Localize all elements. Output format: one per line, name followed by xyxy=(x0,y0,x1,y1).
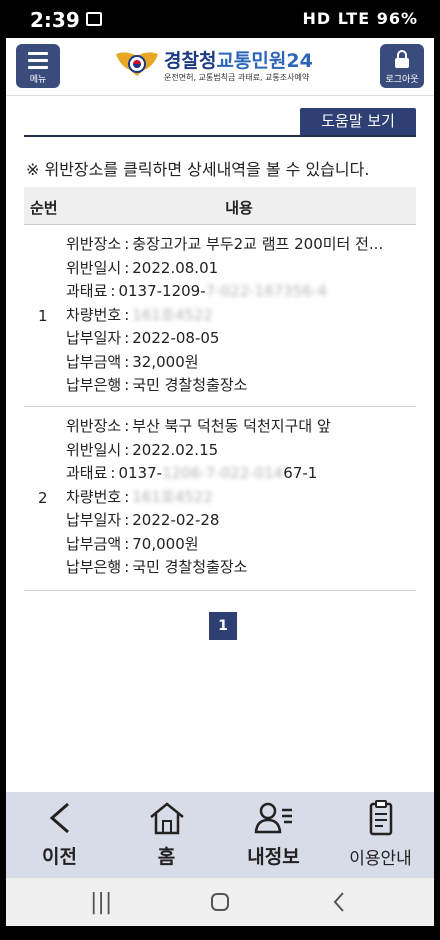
hamburger-icon xyxy=(28,52,48,73)
phone-frame: 2:39 HD LTE 96% 메뉴 경찰청교통민원24 운전면허, 교통범칙금… xyxy=(0,0,440,940)
table-row: 1 위반장소: 충장고가교 부두2교 램프 200미터 전... 위반일시:202… xyxy=(24,225,416,407)
back-arrow-icon xyxy=(49,802,69,834)
redacted-text: 7-022-167356-4 xyxy=(205,282,327,300)
nav-my-info[interactable]: 내정보 xyxy=(220,792,327,878)
redacted-text: 1206-7-022-014 xyxy=(162,464,284,482)
help-bar: 도움말 보기 xyxy=(24,108,416,137)
fine-number: 과태료:0137-1206-7-022-01467-1 xyxy=(66,464,318,482)
status-bar: 2:39 HD LTE 96% xyxy=(0,0,440,38)
status-indicators: HD LTE 96% xyxy=(302,9,418,28)
menu-button[interactable]: 메뉴 xyxy=(16,44,60,88)
violation-place[interactable]: 위반장소: 충장고가교 부두2교 램프 200미터 전... xyxy=(66,233,383,257)
app-title: 경찰청교통민원24 xyxy=(164,50,313,72)
gallery-icon xyxy=(86,12,102,26)
violation-place[interactable]: 위반장소: 부산 북구 덕천동 덕천지구대 앞 xyxy=(66,415,331,439)
home-circle-icon[interactable] xyxy=(210,892,230,912)
system-nav-bar: ||| xyxy=(6,878,434,926)
redacted-text: 161호4522 xyxy=(132,487,213,506)
nav-back-label: 이전 xyxy=(42,846,77,868)
vehicle-number: 차량번호:161호4522 xyxy=(66,487,213,506)
app-subtitle: 운전면허, 교통범칙금 과태료, 교통조사예약 xyxy=(164,73,310,82)
header-divider xyxy=(6,95,434,96)
app-header: 메뉴 경찰청교통민원24 운전면허, 교통범칙금 과태료, 교통조사예약 로그아… xyxy=(6,38,434,95)
payment-amount: 납부금액:70,000원 xyxy=(66,534,199,553)
nav-home-label: 홈 xyxy=(157,846,176,868)
nav-my-info-label: 내정보 xyxy=(247,846,300,868)
lock-icon xyxy=(395,50,409,68)
table-row: 2 위반장소: 부산 북구 덕천동 덕천지구대 앞 위반일시:2022.02.15… xyxy=(24,407,416,591)
nav-guide[interactable]: 이용안내 xyxy=(327,792,434,878)
logout-label: 로그아웃 xyxy=(385,75,419,85)
recent-apps-icon[interactable]: ||| xyxy=(90,890,112,915)
table-header: 순번 내용 xyxy=(24,187,416,225)
guide-clipboard-icon xyxy=(369,800,393,836)
redacted-text: 161호4522 xyxy=(132,305,213,324)
violation-date: 위반일시:2022.08.01 xyxy=(66,258,219,277)
notice-text: ※ 위반장소를 클릭하면 상세내역을 볼 수 있습니다. xyxy=(26,160,370,179)
payment-bank: 납부은행: 국민 경찰청출장소 xyxy=(66,558,248,576)
payment-date: 납부일자:2022-02-28 xyxy=(66,511,220,529)
page-1-button[interactable]: 1 xyxy=(209,612,237,640)
police-emblem-icon xyxy=(116,52,158,76)
nav-home[interactable]: 홈 xyxy=(113,792,220,878)
status-time: 2:39 xyxy=(30,8,80,32)
row-number: 2 xyxy=(38,489,48,507)
nav-guide-label: 이용안내 xyxy=(349,849,412,869)
bottom-nav: 이전 홈 내정보 이용안내 xyxy=(6,792,434,878)
menu-label: 메뉴 xyxy=(29,75,47,85)
fine-number: 과태료:0137-1209-7-022-167356-4 xyxy=(66,282,327,300)
payment-date: 납부일자:2022-08-05 xyxy=(66,329,220,347)
violation-date: 위반일시:2022.02.15 xyxy=(66,440,219,459)
app-screen: 메뉴 경찰청교통민원24 운전면허, 교통범칙금 과태료, 교통조사예약 로그아… xyxy=(6,38,434,926)
payment-bank: 납부은행: 국민 경찰청출장소 xyxy=(66,376,248,394)
payment-amount: 납부금액:32,000원 xyxy=(66,352,199,371)
user-info-icon xyxy=(254,802,292,834)
app-logo[interactable]: 경찰청교통민원24 운전면허, 교통범칙금 과태료, 교통조사예약 xyxy=(114,44,328,90)
system-back-icon[interactable] xyxy=(332,891,346,913)
row-number: 1 xyxy=(38,307,48,325)
col-content-header: 내용 xyxy=(225,199,253,217)
help-button[interactable]: 도움말 보기 xyxy=(300,108,416,135)
nav-back[interactable]: 이전 xyxy=(6,792,113,878)
vehicle-number: 차량번호:161호4522 xyxy=(66,305,213,324)
home-icon xyxy=(150,802,184,835)
logout-button[interactable]: 로그아웃 xyxy=(380,44,424,88)
